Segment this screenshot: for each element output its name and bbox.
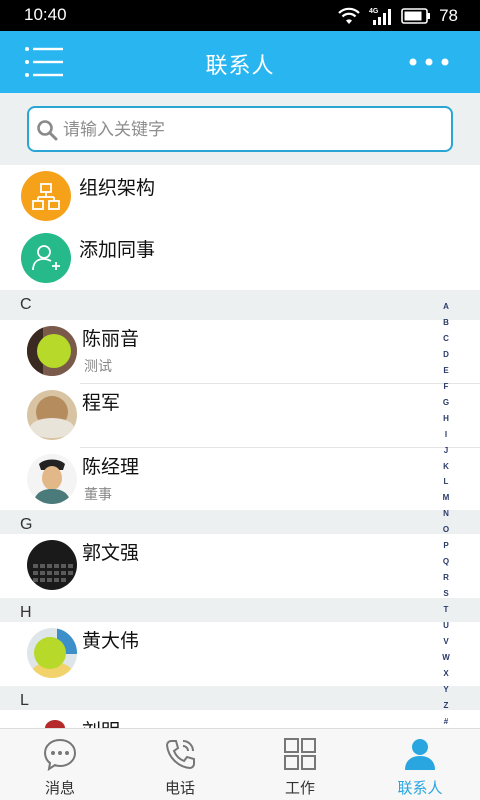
index-letter[interactable]: H: [443, 414, 449, 424]
grid-apps-icon: [284, 738, 316, 770]
contact-row[interactable]: 郭文强: [0, 534, 480, 598]
contact-row[interactable]: 刘明: [0, 710, 480, 728]
contact-name: 程军: [82, 392, 121, 414]
section-letter: G: [20, 516, 33, 533]
tab-label: 工作: [284, 779, 315, 797]
add-user-icon: [21, 233, 71, 283]
search-box: [27, 106, 453, 152]
add-colleague-row[interactable]: 添加同事: [0, 227, 480, 289]
index-letter[interactable]: P: [443, 541, 448, 551]
index-letter[interactable]: I: [445, 430, 447, 440]
index-letter[interactable]: A: [443, 302, 449, 312]
index-letter[interactable]: X: [443, 669, 448, 679]
cellular-signal-icon: 4G: [369, 8, 392, 25]
index-letter[interactable]: Y: [443, 685, 448, 695]
contact-title: 测试: [84, 359, 112, 375]
contact-name: 陈丽音: [82, 328, 140, 350]
index-letter[interactable]: F: [444, 382, 449, 392]
search-input[interactable]: [63, 116, 443, 144]
index-letter[interactable]: N: [443, 509, 449, 519]
tab-label: 消息: [44, 779, 75, 797]
contact-name: 黄大伟: [82, 630, 140, 652]
index-letter[interactable]: B: [443, 318, 449, 328]
avatar: [27, 326, 77, 376]
status-bar: 10:40 4G 78: [0, 0, 480, 31]
chat-bubble-icon: [43, 738, 77, 771]
contact-name: 陈经理: [82, 456, 140, 478]
section-letter: L: [20, 692, 29, 709]
alphabet-index-bar[interactable]: A B C D E F G H I J K L M N O P Q R S T U V W X Y Z #: [436, 302, 456, 727]
battery-percent: 78: [439, 6, 458, 25]
avatar: [27, 628, 77, 678]
status-time: 10:40: [24, 5, 67, 24]
index-letter[interactable]: C: [443, 334, 449, 344]
title-bar: 联系人: [0, 31, 480, 93]
tab-contacts[interactable]: 联系人: [360, 729, 480, 800]
status-icons: 4G 78: [337, 5, 458, 27]
index-letter[interactable]: O: [443, 525, 449, 535]
org-structure-label: 组织架构: [79, 177, 156, 199]
contact-row[interactable]: 陈丽音 测试: [0, 320, 480, 384]
phone-icon: [165, 740, 195, 770]
index-letter[interactable]: L: [444, 477, 449, 487]
index-letter[interactable]: G: [443, 398, 449, 408]
contact-name: 刘明: [82, 716, 120, 728]
index-letter[interactable]: E: [443, 366, 448, 376]
search-area: [0, 93, 480, 165]
tab-label: 联系人: [397, 779, 443, 797]
contact-row[interactable]: 陈经理 董事: [0, 448, 480, 512]
tab-label: 电话: [164, 779, 195, 797]
index-letter[interactable]: M: [443, 493, 450, 503]
wifi-icon: [338, 7, 360, 24]
index-letter[interactable]: V: [443, 637, 448, 647]
index-letter[interactable]: W: [442, 653, 450, 663]
index-letter[interactable]: R: [443, 573, 449, 583]
index-letter[interactable]: K: [443, 462, 449, 472]
index-letter[interactable]: U: [443, 621, 449, 631]
org-structure-row[interactable]: 组织架构: [0, 165, 480, 227]
contact-name: 郭文强: [82, 542, 140, 564]
bottom-nav: 消息 电话 工作 联系人: [0, 728, 480, 800]
index-letter[interactable]: T: [444, 605, 449, 615]
avatar: [27, 716, 77, 728]
svg-text:4G: 4G: [369, 8, 379, 15]
index-letter[interactable]: #: [444, 717, 448, 727]
contact-row[interactable]: 程军: [0, 384, 480, 448]
index-letter[interactable]: S: [443, 589, 448, 599]
contact-title: 董事: [84, 487, 112, 503]
contacts-person-icon: [405, 739, 435, 770]
search-icon: [37, 120, 58, 141]
list-menu-icon[interactable]: [24, 45, 66, 79]
avatar: [27, 390, 77, 440]
index-letter[interactable]: Z: [444, 701, 449, 711]
contact-row[interactable]: 黄大伟: [0, 622, 480, 686]
section-letter: H: [20, 604, 32, 621]
more-dots-icon[interactable]: [408, 51, 450, 73]
org-structure-icon: [21, 171, 71, 221]
battery-icon: [401, 8, 431, 24]
avatar: [27, 540, 77, 590]
avatar: [27, 454, 77, 504]
add-colleague-label: 添加同事: [79, 239, 156, 261]
tab-phone[interactable]: 电话: [120, 729, 240, 800]
section-header-c: C: [0, 290, 480, 320]
tab-work[interactable]: 工作: [240, 729, 360, 800]
index-letter[interactable]: D: [443, 350, 449, 360]
tab-messages[interactable]: 消息: [0, 729, 120, 800]
index-letter[interactable]: J: [444, 446, 448, 456]
index-letter[interactable]: Q: [443, 557, 449, 567]
section-letter: C: [20, 296, 32, 313]
